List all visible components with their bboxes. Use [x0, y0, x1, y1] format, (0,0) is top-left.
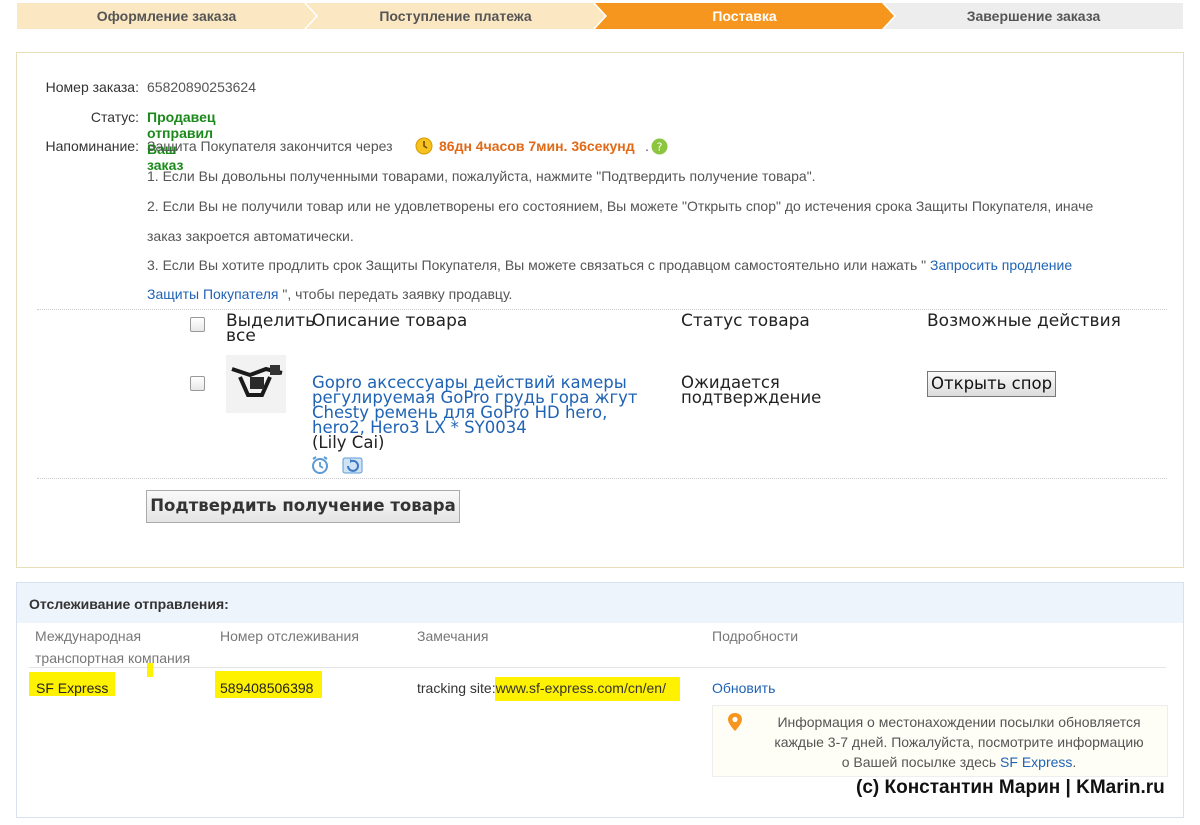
step-checkout: Оформление заказа	[17, 3, 316, 29]
tracking-title: Отслеживание отправления:	[29, 596, 229, 612]
clock-icon	[415, 137, 433, 158]
col-company: Международная транспортная компания	[35, 625, 190, 669]
refresh-tracking-link[interactable]: Обновить	[712, 680, 775, 696]
svg-text:?: ?	[657, 141, 663, 154]
tracking-site-url[interactable]: www.sf-express.com/cn/en/	[496, 680, 666, 696]
help-icon[interactable]: ?	[651, 138, 668, 158]
tracking-number: 589408506398	[220, 680, 314, 696]
product-thumbnail[interactable]	[226, 355, 286, 413]
note-1: 1. Если Вы довольны полученными товарами…	[147, 168, 816, 184]
reminder-text: Защита Покупателя закончится через	[147, 138, 393, 154]
seller-name: (Lily Cai)	[312, 433, 385, 452]
copyright-watermark: (c) Константин Марин | KMarin.ru	[856, 777, 1165, 798]
product-title-link[interactable]: Gopro аксессуары действий камеры регулир…	[312, 374, 642, 436]
note-3a-text: 3. Если Вы хотите продлить срок Защиты П…	[147, 257, 927, 273]
tracking-notes: tracking site:www.sf-express.com/cn/en/	[417, 680, 666, 696]
col-company-line1: Международная	[35, 628, 142, 644]
col-status: Статус товара	[681, 311, 810, 331]
col-details: Подробности	[712, 628, 799, 644]
step-complete: Завершение заказа	[884, 3, 1183, 29]
highlight-mark	[147, 663, 153, 677]
col-tracking-number: Номер отслеживания	[220, 628, 359, 644]
col-company-line2: транспортная компания	[35, 650, 191, 666]
note-3b-text: ", чтобы передать заявку продавцу.	[282, 286, 513, 302]
note-2b: заказ закроется автоматически.	[147, 228, 354, 244]
countdown-dot: .	[645, 138, 649, 154]
open-dispute-button[interactable]: Открыть спор	[927, 371, 1057, 397]
tracking-info-line2: каждые 3-7 дней. Пожалуйста, посмотрите …	[774, 734, 1144, 750]
select-all-checkbox[interactable]	[190, 317, 205, 332]
tracking-info-box: Информация о местонахождении посылки обн…	[712, 705, 1168, 777]
tracking-info-line1: Информация о местонахождении посылки обн…	[777, 714, 1141, 730]
order-panel: Номер заказа: 65820890253624 Статус: Про…	[16, 52, 1184, 568]
step-payment: Поступление платежа	[306, 3, 605, 29]
tracking-info-text: Информация о местонахождении посылки обн…	[759, 712, 1159, 772]
extend-protection-link-b[interactable]: Защиты Покупателя	[147, 286, 278, 302]
divider	[37, 309, 1167, 310]
alarm-icon[interactable]	[310, 455, 330, 480]
col-select-all: Выделить все	[226, 313, 315, 346]
col-actions: Возможные действия	[927, 311, 1121, 331]
order-number: 65820890253624	[147, 79, 257, 95]
col-notes: Замечания	[417, 628, 489, 644]
col-description: Описание товара	[312, 311, 468, 331]
order-number-label: Номер заказа:	[45, 79, 139, 95]
col-select-all-line2: все	[226, 326, 256, 346]
item-status: Ожидается подтверждение	[681, 374, 841, 407]
step-delivery: Поставка	[595, 3, 894, 29]
extend-protection-link-a[interactable]: Запросить продление	[930, 257, 1072, 273]
order-progress-steps: Оформление заказа Поступление платежа По…	[17, 3, 1183, 29]
tracking-info-line3-text: о Вашей посылке здесь	[841, 754, 997, 770]
carrier-name: SF Express	[36, 680, 109, 696]
confirm-receipt-button[interactable]: Подтвердить получение товара	[146, 490, 460, 523]
note-3b: Защиты Покупателя ", чтобы передать заяв…	[147, 286, 512, 302]
reminder-label: Напоминание:	[45, 138, 139, 154]
location-pin-icon	[727, 712, 743, 737]
item-status-line2: подтверждение	[681, 388, 822, 407]
refresh-icon[interactable]	[342, 456, 363, 480]
note-2a: 2. Если Вы не получили товар или не удов…	[147, 198, 1094, 214]
divider	[37, 478, 1167, 479]
divider	[29, 667, 1166, 668]
tracking-notes-prefix: tracking site:	[417, 680, 496, 696]
tracking-info-line3: о Вашей посылке здесь SF Express.	[759, 752, 1159, 772]
countdown: 86дн 4часов 7мин. 36секунд	[439, 138, 635, 154]
item-checkbox[interactable]	[190, 376, 205, 391]
tracking-info-line3-end: .	[1072, 754, 1077, 770]
order-status-label: Статус:	[90, 109, 139, 125]
sf-express-link[interactable]: SF Express	[1000, 754, 1072, 770]
note-3a: 3. Если Вы хотите продлить срок Защиты П…	[147, 257, 1072, 273]
tracking-header: Отслеживание отправления:	[17, 583, 1183, 623]
